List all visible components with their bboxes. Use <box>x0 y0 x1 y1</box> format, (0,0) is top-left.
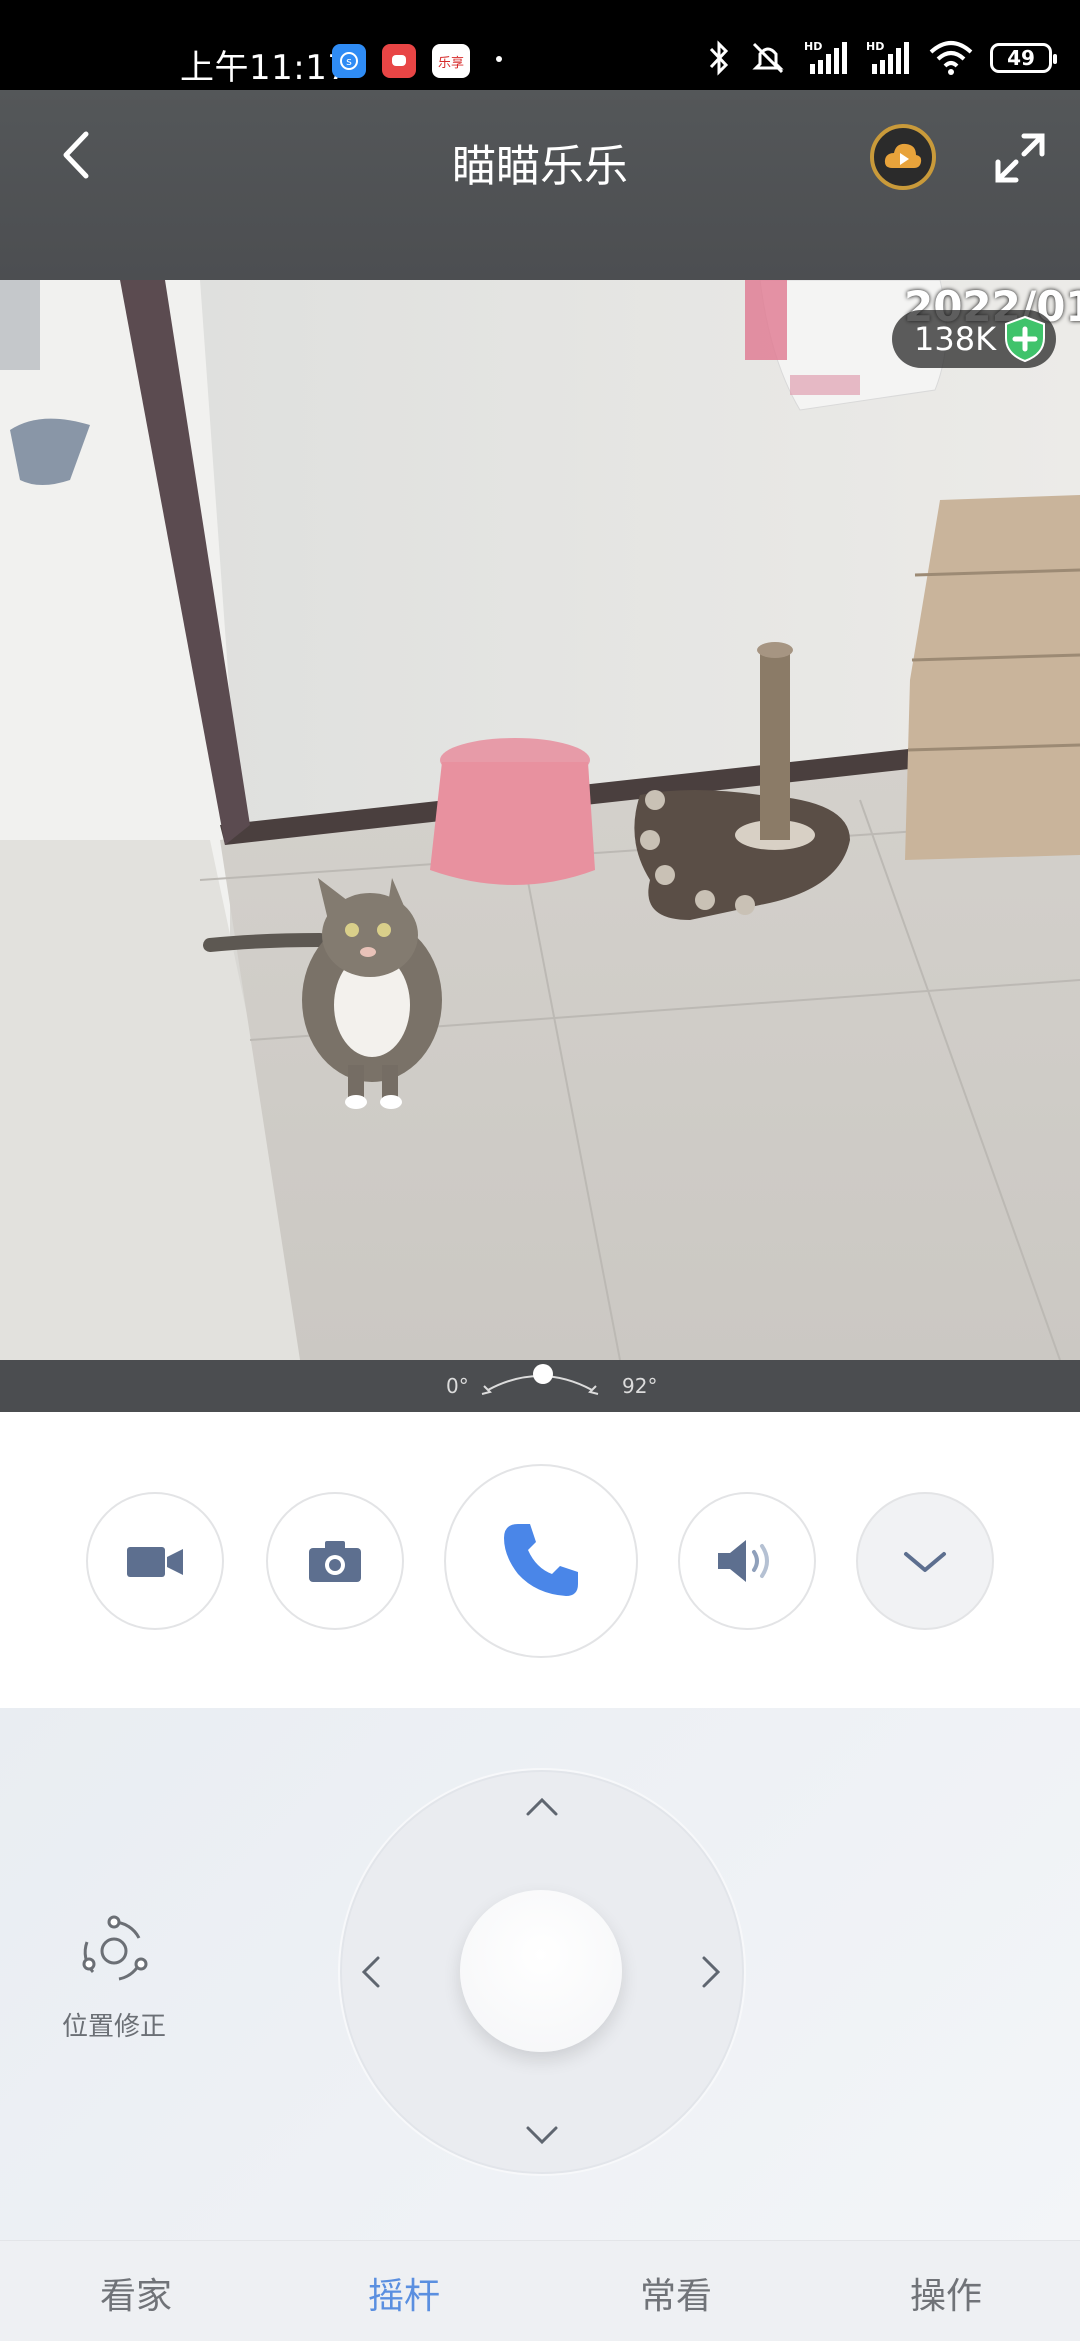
bottom-nav: 看家 摇杆 常看 操作 <box>0 2240 1080 2341</box>
joystick-knob[interactable] <box>460 1890 622 2052</box>
screenshot-button[interactable] <box>266 1492 404 1630</box>
bluetooth-icon <box>709 40 729 76</box>
joystick-area: 位置修正 <box>0 1708 1080 2240</box>
video-camera-icon <box>127 1547 183 1577</box>
joystick-right-icon[interactable] <box>690 1952 730 1992</box>
bitrate-value: 138K <box>914 320 997 358</box>
tab-joystick[interactable]: 摇杆 <box>304 2267 504 2319</box>
more-button[interactable] <box>856 1492 994 1630</box>
status-bar: 上午11:17 s 乐享 HD HD 49 <box>0 0 1080 90</box>
header: 瞄瞄乐乐 <box>0 90 1080 280</box>
status-right: HD HD 49 <box>706 38 1057 78</box>
joystick-pad[interactable] <box>338 1768 746 2176</box>
svg-text:s: s <box>346 55 352 68</box>
position-fix-label: 位置修正 <box>61 2012 166 2042</box>
record-button[interactable] <box>86 1492 224 1630</box>
tab-frequent-view[interactable]: 常看 <box>576 2267 776 2319</box>
joystick-left-icon[interactable] <box>352 1952 392 1992</box>
notification-dot <box>496 56 502 62</box>
position-fix-icon <box>82 1915 148 1981</box>
bitrate-badge: 138K <box>892 310 1057 368</box>
camera-icon <box>309 1541 361 1582</box>
speaker-icon <box>718 1540 769 1582</box>
shield-plus-icon <box>1005 315 1046 363</box>
call-button[interactable] <box>444 1464 638 1658</box>
pan-indicator: 0° 92° <box>0 1360 1080 1412</box>
tab-operations[interactable]: 操作 <box>846 2267 1046 2319</box>
app-red-icon: 乐享 <box>432 44 470 78</box>
pan-max-label: 92° <box>622 1374 658 1398</box>
app-chat-icon <box>382 44 416 78</box>
control-panel <box>0 1412 1080 1708</box>
fullscreen-icon[interactable] <box>990 128 1050 188</box>
phone-icon <box>504 1524 578 1596</box>
mute-icon <box>752 42 784 74</box>
chevron-down-icon <box>904 1552 946 1572</box>
signal-hd-icon: HD <box>804 40 847 74</box>
tab-home-watch[interactable]: 看家 <box>36 2267 236 2319</box>
signal-hd-icon: HD <box>866 40 909 74</box>
svg-text:HD: HD <box>866 40 884 53</box>
pan-min-label: 0° <box>446 1374 469 1398</box>
status-time: 上午11:17 <box>180 48 350 88</box>
app-s-icon: s <box>332 44 366 78</box>
joystick-down-icon[interactable] <box>522 2116 562 2156</box>
sound-button[interactable] <box>678 1492 816 1630</box>
svg-text:HD: HD <box>804 40 822 53</box>
position-fix-button[interactable]: 位置修正 <box>52 1908 176 2043</box>
wifi-icon <box>929 41 973 75</box>
camera-video-feed[interactable]: 2022/01/ 138K <box>0 280 1080 1360</box>
battery-icon: 49 <box>990 43 1057 73</box>
cloud-video-icon[interactable] <box>870 124 936 190</box>
joystick-up-icon[interactable] <box>522 1786 562 1826</box>
pan-arc <box>481 1364 599 1395</box>
camera-scene <box>0 280 1080 1360</box>
